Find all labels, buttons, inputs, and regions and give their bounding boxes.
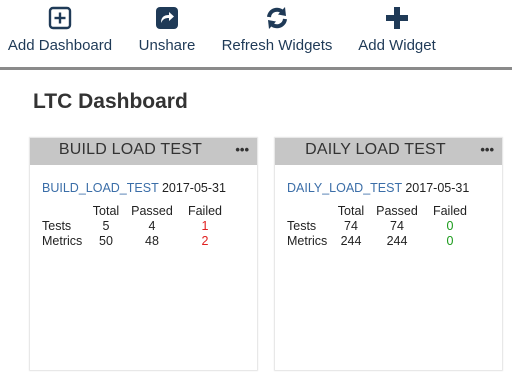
failed-value: 0: [446, 219, 454, 233]
refresh-widgets-label: Refresh Widgets: [221, 37, 333, 54]
add-dashboard-label: Add Dashboard: [7, 37, 113, 54]
widget-title: BUILD LOAD TEST: [58, 141, 203, 158]
table-header-row: Total Passed Failed: [42, 204, 230, 219]
add-widget-label: Add Widget: [358, 37, 436, 54]
passed-value: 4: [148, 219, 156, 233]
widget-body: DAILY_LOAD_TEST 2017-05-31 Total Passed …: [275, 165, 502, 249]
test-link[interactable]: DAILY_LOAD_TEST: [287, 181, 402, 195]
stats-table: Total Passed Failed Tests 74 74 0 Metric…: [287, 204, 475, 249]
plus-icon: [386, 7, 408, 29]
col-header-total: Total: [92, 204, 120, 218]
col-header-blank: [42, 204, 88, 219]
row-label: Metrics: [287, 234, 328, 248]
widget-build-load-test: BUILD LOAD TEST ••• BUILD_LOAD_TEST 2017…: [30, 138, 257, 370]
col-header-total: Total: [337, 204, 365, 218]
refresh-widgets-button[interactable]: Refresh Widgets: [216, 6, 338, 66]
unshare-label: Unshare: [138, 37, 196, 54]
failed-value: 2: [201, 234, 209, 248]
test-link[interactable]: BUILD_LOAD_TEST: [42, 181, 158, 195]
row-label: Tests: [287, 219, 317, 233]
test-date: 2017-05-31: [161, 181, 226, 195]
share-square-icon: [156, 7, 178, 29]
total-value: 50: [99, 234, 113, 248]
col-header-blank: [287, 204, 333, 219]
more-menu-icon[interactable]: •••: [235, 143, 249, 156]
total-value: 74: [344, 219, 358, 233]
widget-header: DAILY LOAD TEST •••: [275, 138, 502, 165]
table-header-row: Total Passed Failed: [287, 204, 475, 219]
widget-daily-load-test: DAILY LOAD TEST ••• DAILY_LOAD_TEST 2017…: [275, 138, 502, 370]
more-menu-icon[interactable]: •••: [480, 143, 494, 156]
total-value: 5: [102, 219, 110, 233]
passed-value: 244: [386, 234, 408, 248]
add-widget-button[interactable]: Add Widget: [354, 6, 440, 66]
stats-table: Total Passed Failed Tests 5 4 1 Metrics …: [42, 204, 230, 249]
col-header-passed: Passed: [131, 204, 173, 218]
table-row: Metrics 244 244 0: [287, 234, 475, 249]
unshare-button[interactable]: Unshare: [136, 6, 198, 66]
table-row: Tests 5 4 1: [42, 219, 230, 234]
row-label: Metrics: [42, 234, 83, 248]
table-row: Tests 74 74 0: [287, 219, 475, 234]
widget-body: BUILD_LOAD_TEST 2017-05-31 Total Passed …: [30, 165, 257, 249]
widget-title: DAILY LOAD TEST: [305, 141, 446, 158]
passed-value: 48: [145, 234, 159, 248]
col-header-failed: Failed: [432, 204, 468, 218]
col-header-failed: Failed: [187, 204, 223, 218]
row-label: Tests: [42, 219, 72, 233]
summary-line: DAILY_LOAD_TEST 2017-05-31: [287, 181, 502, 195]
toolbar-divider: [0, 67, 512, 70]
table-row: Metrics 50 48 2: [42, 234, 230, 249]
failed-value: 1: [201, 219, 209, 233]
plus-square-icon: [48, 6, 72, 30]
failed-value: 0: [446, 234, 454, 248]
test-date: 2017-05-31: [405, 181, 470, 195]
total-value: 244: [340, 234, 362, 248]
toolbar: Add Dashboard Unshare Refresh Widgets Ad…: [0, 0, 512, 68]
summary-line: BUILD_LOAD_TEST 2017-05-31: [42, 181, 257, 195]
widget-header: BUILD LOAD TEST •••: [30, 138, 257, 165]
passed-value: 74: [390, 219, 404, 233]
page-title: LTC Dashboard: [33, 90, 188, 113]
add-dashboard-button[interactable]: Add Dashboard: [4, 6, 116, 66]
refresh-icon: [267, 7, 287, 29]
col-header-passed: Passed: [376, 204, 418, 218]
